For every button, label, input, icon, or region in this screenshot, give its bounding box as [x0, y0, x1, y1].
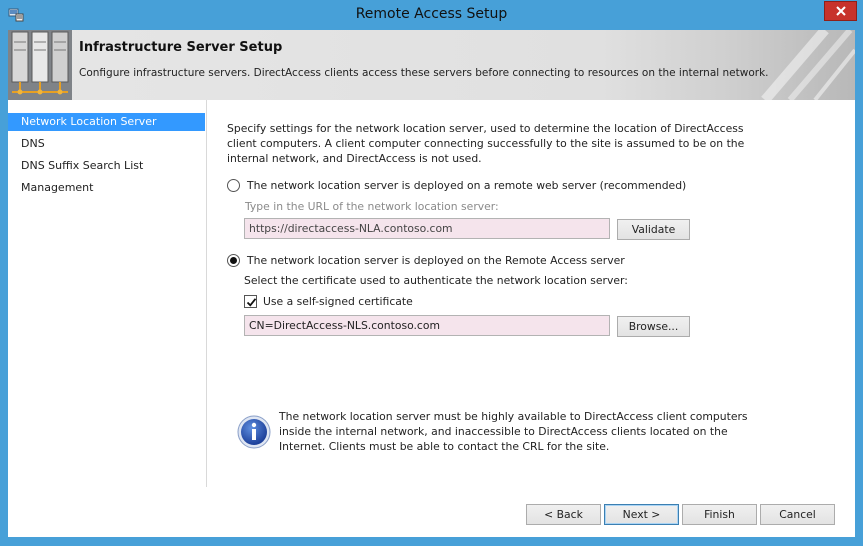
cert-prompt: Select the certificate used to authentic… — [244, 274, 628, 287]
wizard-header: Infrastructure Server Setup Configure in… — [8, 30, 855, 100]
cancel-button[interactable]: Cancel — [760, 504, 835, 525]
close-icon — [836, 6, 846, 16]
self-signed-checkbox-row[interactable]: Use a self-signed certificate — [244, 295, 413, 308]
radio-remote-label: The network location server is deployed … — [247, 179, 687, 192]
browse-button[interactable]: Browse... — [617, 316, 690, 337]
self-signed-checkbox[interactable] — [244, 295, 257, 308]
info-text: The network location server must be high… — [279, 410, 748, 453]
next-button[interactable]: Next > — [604, 504, 679, 525]
nav-item-dns-suffix-search-list[interactable]: DNS Suffix Search List — [8, 157, 205, 175]
radio-remote-web-server[interactable]: The network location server is deployed … — [227, 179, 686, 192]
header-decoration — [745, 30, 855, 100]
header-description: Configure infrastructure servers. Direct… — [79, 67, 769, 79]
window-title: Remote Access Setup — [355, 6, 508, 22]
header-title: Infrastructure Server Setup — [79, 40, 283, 55]
info-icon — [237, 415, 271, 449]
url-input[interactable]: https://directaccess-NLA.contoso.com — [244, 218, 610, 239]
wizard-content: Network Location Server DNS DNS Suffix S… — [8, 100, 855, 537]
radio-remote-access-server[interactable]: The network location server is deployed … — [227, 254, 625, 267]
remote-access-setup-window: Remote Access Setup Infrastructure Serve… — [0, 0, 863, 546]
main-panel: Specify settings for the network locatio… — [208, 100, 855, 487]
title-bar[interactable]: Remote Access Setup — [0, 0, 863, 30]
back-button[interactable]: < Back — [526, 504, 601, 525]
radio-button-remote[interactable] — [227, 179, 240, 192]
certificate-input[interactable]: CN=DirectAccess-NLS.contoso.com — [244, 315, 610, 336]
intro-text: Specify settings for the network locatio… — [227, 122, 745, 165]
checkmark-icon — [246, 298, 257, 307]
self-signed-label: Use a self-signed certificate — [263, 295, 413, 308]
radio-local-label: The network location server is deployed … — [247, 254, 625, 267]
close-button[interactable] — [824, 1, 857, 21]
nav-item-management[interactable]: Management — [8, 179, 205, 197]
url-prompt: Type in the URL of the network location … — [245, 200, 499, 213]
nav-item-dns[interactable]: DNS — [8, 135, 205, 153]
nav-item-network-location-server[interactable]: Network Location Server — [8, 113, 205, 131]
radio-button-local[interactable] — [227, 254, 240, 267]
wizard-nav: Network Location Server DNS DNS Suffix S… — [8, 100, 207, 487]
finish-button[interactable]: Finish — [682, 504, 757, 525]
server-rack-icon — [8, 30, 72, 100]
wizard-footer: < Back Next > Finish Cancel — [8, 487, 855, 537]
validate-button[interactable]: Validate — [617, 219, 690, 240]
